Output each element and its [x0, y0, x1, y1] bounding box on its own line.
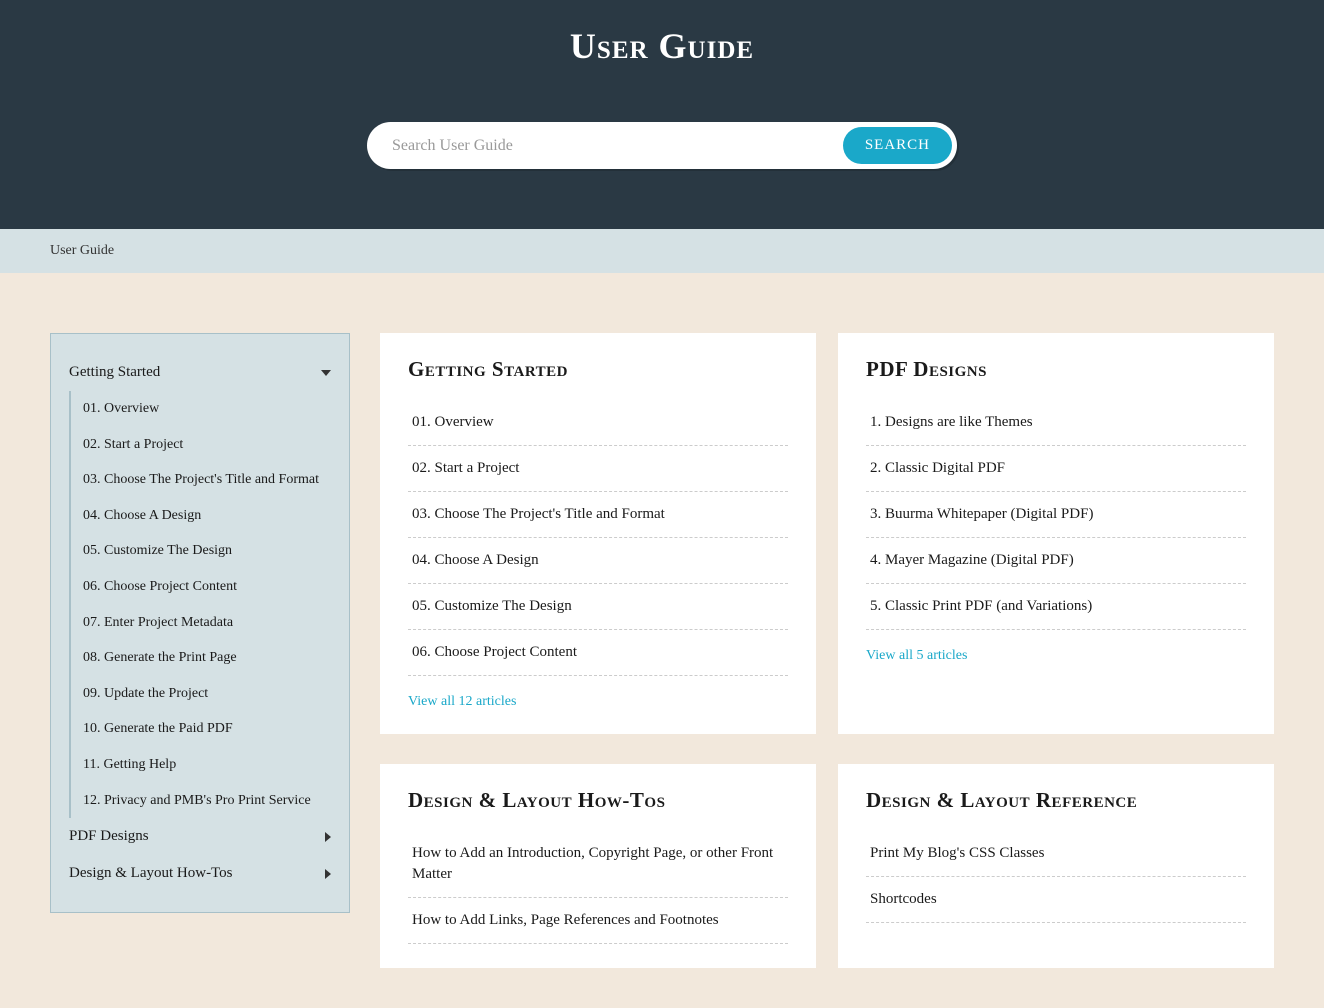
card-item[interactable]: Print My Blog's CSS Classes	[866, 831, 1246, 877]
sidebar-item[interactable]: 08. Generate the Print Page	[83, 640, 331, 676]
card-list: 1. Designs are like Themes 2. Classic Di…	[866, 400, 1246, 630]
sidebar-item[interactable]: 12. Privacy and PMB's Pro Print Service	[83, 783, 331, 819]
card-item[interactable]: 05. Customize The Design	[408, 584, 788, 630]
sidebar-item[interactable]: 04. Choose A Design	[83, 498, 331, 534]
card-design-layout-howtos: Design & Layout How-Tos How to Add an In…	[380, 764, 816, 968]
sidebar-item[interactable]: 05. Customize The Design	[83, 533, 331, 569]
sidebar-item[interactable]: 10. Generate the Paid PDF	[83, 711, 331, 747]
card-title: Design & Layout How-Tos	[408, 788, 788, 813]
card-list: Print My Blog's CSS Classes Shortcodes	[866, 831, 1246, 923]
breadcrumb: User Guide	[0, 229, 1324, 273]
content-area: Getting Started 01. Overview 02. Start a…	[0, 273, 1324, 1008]
card-getting-started: Getting Started 01. Overview 02. Start a…	[380, 333, 816, 734]
card-item[interactable]: 02. Start a Project	[408, 446, 788, 492]
card-title: PDF Designs	[866, 357, 1246, 382]
page-header: User Guide SEARCH	[0, 0, 1324, 229]
sidebar-section-design-layout-howtos[interactable]: Design & Layout How-Tos	[51, 855, 349, 892]
card-item[interactable]: 01. Overview	[408, 400, 788, 446]
card-title: Getting Started	[408, 357, 788, 382]
card-design-layout-reference: Design & Layout Reference Print My Blog'…	[838, 764, 1274, 968]
chevron-right-icon	[325, 869, 331, 879]
sidebar-section-label: Design & Layout How-Tos	[69, 865, 233, 882]
card-item[interactable]: 4. Mayer Magazine (Digital PDF)	[866, 538, 1246, 584]
search-button[interactable]: SEARCH	[843, 127, 952, 164]
card-item[interactable]: Shortcodes	[866, 877, 1246, 923]
sidebar-item[interactable]: 02. Start a Project	[83, 427, 331, 463]
sidebar-item[interactable]: 11. Getting Help	[83, 747, 331, 783]
view-all-link[interactable]: View all 5 articles	[866, 648, 1246, 664]
card-item[interactable]: How to Add an Introduction, Copyright Pa…	[408, 831, 788, 898]
card-item[interactable]: 3. Buurma Whitepaper (Digital PDF)	[866, 492, 1246, 538]
card-item[interactable]: 1. Designs are like Themes	[866, 400, 1246, 446]
card-list: How to Add an Introduction, Copyright Pa…	[408, 831, 788, 944]
sidebar-section-pdf-designs[interactable]: PDF Designs	[51, 818, 349, 855]
card-item[interactable]: How to Add Links, Page References and Fo…	[408, 898, 788, 944]
sidebar-item[interactable]: 07. Enter Project Metadata	[83, 605, 331, 641]
chevron-down-icon	[321, 370, 331, 376]
card-item[interactable]: 2. Classic Digital PDF	[866, 446, 1246, 492]
main-grid: Getting Started 01. Overview 02. Start a…	[380, 333, 1274, 968]
search-wrapper: SEARCH	[367, 122, 957, 169]
sidebar-section-getting-started[interactable]: Getting Started	[51, 354, 349, 391]
sidebar-section-label: PDF Designs	[69, 828, 149, 845]
card-title: Design & Layout Reference	[866, 788, 1246, 813]
sidebar-item[interactable]: 01. Overview	[83, 391, 331, 427]
sidebar-section-label: Getting Started	[69, 364, 160, 381]
card-list: 01. Overview 02. Start a Project 03. Cho…	[408, 400, 788, 676]
card-item[interactable]: 5. Classic Print PDF (and Variations)	[866, 584, 1246, 630]
sidebar-item[interactable]: 03. Choose The Project's Title and Forma…	[83, 462, 331, 498]
card-item[interactable]: 04. Choose A Design	[408, 538, 788, 584]
sidebar-item[interactable]: 09. Update the Project	[83, 676, 331, 712]
sidebar-item[interactable]: 06. Choose Project Content	[83, 569, 331, 605]
chevron-right-icon	[325, 832, 331, 842]
view-all-link[interactable]: View all 12 articles	[408, 694, 788, 710]
card-item[interactable]: 03. Choose The Project's Title and Forma…	[408, 492, 788, 538]
search-input[interactable]	[392, 137, 843, 155]
sidebar: Getting Started 01. Overview 02. Start a…	[50, 333, 350, 913]
page-title: User Guide	[0, 25, 1324, 67]
card-pdf-designs: PDF Designs 1. Designs are like Themes 2…	[838, 333, 1274, 734]
card-item[interactable]: 06. Choose Project Content	[408, 630, 788, 676]
breadcrumb-item[interactable]: User Guide	[50, 243, 114, 258]
sidebar-sublist-getting-started: 01. Overview 02. Start a Project 03. Cho…	[69, 391, 349, 818]
